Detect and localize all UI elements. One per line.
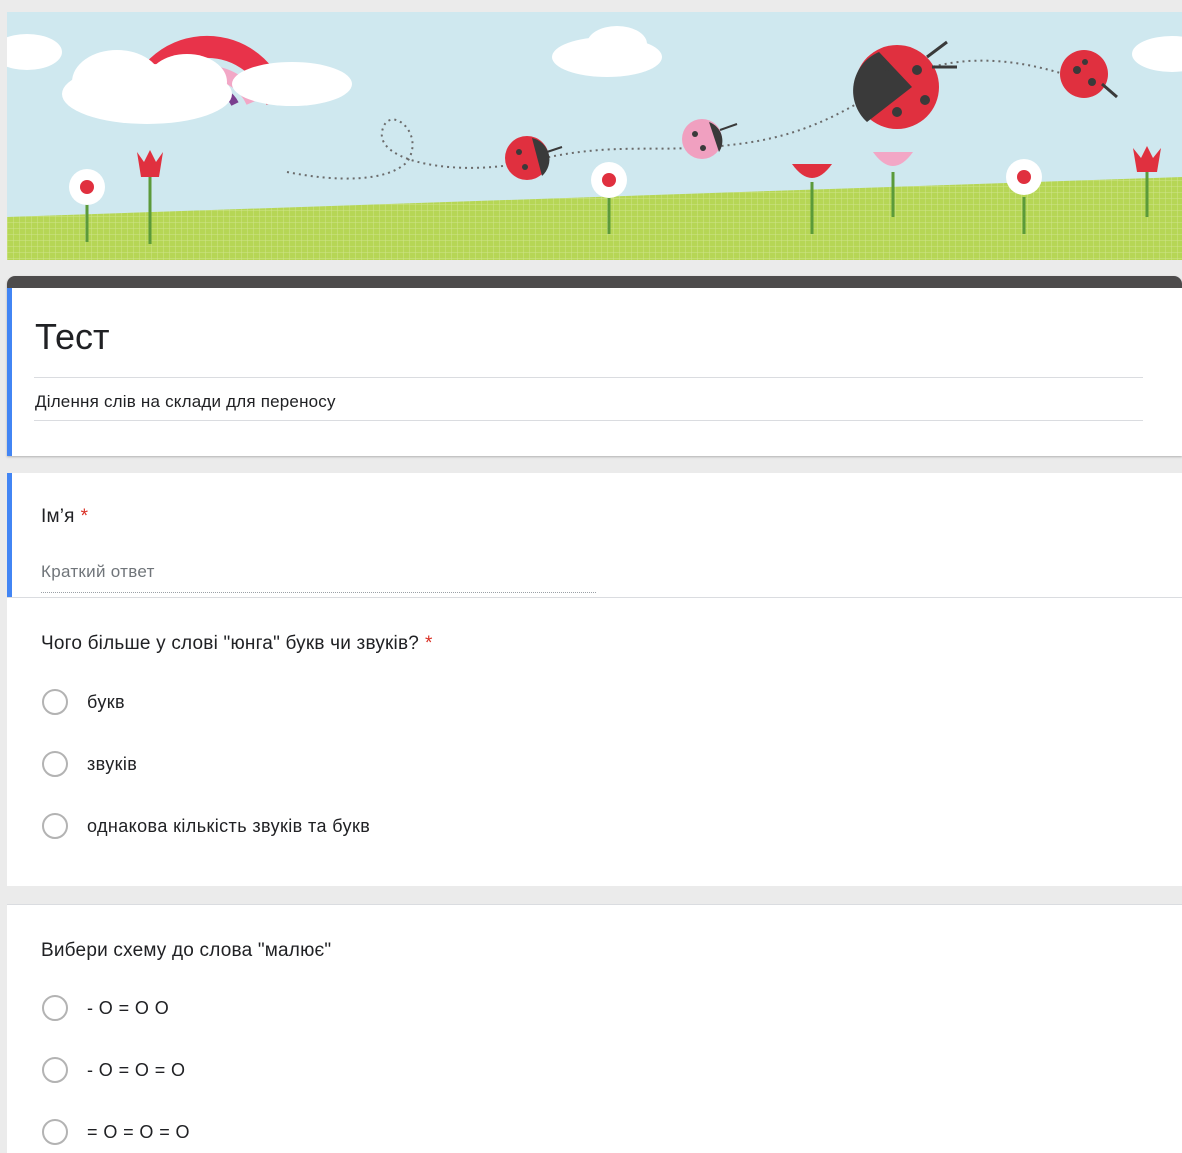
theme-header-bar [7,276,1182,288]
radio-option-letters[interactable]: букв [42,689,125,715]
form-title: Тест [35,316,110,357]
radio-option-label: букв [87,691,125,712]
radio-option-label: = O = O = O [87,1121,190,1142]
description-divider [34,420,1143,421]
required-asterisk: * [425,633,433,654]
radio-option-sounds[interactable]: звуків [42,751,137,777]
radio-option-scheme-3[interactable]: = O = O = O [42,1119,190,1145]
question-title-name: Ім’я * [41,506,88,528]
question-title-letters-sounds: Чого більше у слові "юнга" букв чи звукі… [41,633,433,655]
radio-button[interactable] [42,813,68,839]
title-divider [34,377,1143,378]
card-gap [11,886,1182,904]
header-banner-image [7,12,1182,260]
question-title-text: Чого більше у слові "юнга" букв чи звукі… [41,633,420,654]
radio-option-label: - O = O O [87,997,170,1018]
form-title-card [7,276,1182,456]
question-title-text: Вибери схему до слова "малює" [41,940,332,961]
radio-button[interactable] [42,995,68,1021]
radio-button[interactable] [42,1057,68,1083]
radio-option-scheme-1[interactable]: - O = O O [42,995,169,1021]
radio-option-scheme-2[interactable]: - O = O = O [42,1057,185,1083]
active-card-indicator [7,288,12,456]
radio-button[interactable] [42,751,68,777]
card-divider [7,904,1182,905]
radio-option-label: однакова кількість звуків та букв [87,815,371,836]
question-title-scheme: Вибери схему до слова "малює" [41,940,331,962]
radio-option-label: - O = O = O [87,1059,186,1080]
radio-button[interactable] [42,1119,68,1145]
radio-option-equal-count[interactable]: однакова кількість звуків та букв [42,813,370,839]
name-short-answer-input[interactable]: Краткий ответ [41,562,596,593]
question-title-text: Ім’я [41,506,75,527]
form-description: Ділення слів на склади для переносу [35,392,336,411]
radio-option-label: звуків [87,753,138,774]
required-asterisk: * [80,506,89,527]
radio-button[interactable] [42,689,68,715]
